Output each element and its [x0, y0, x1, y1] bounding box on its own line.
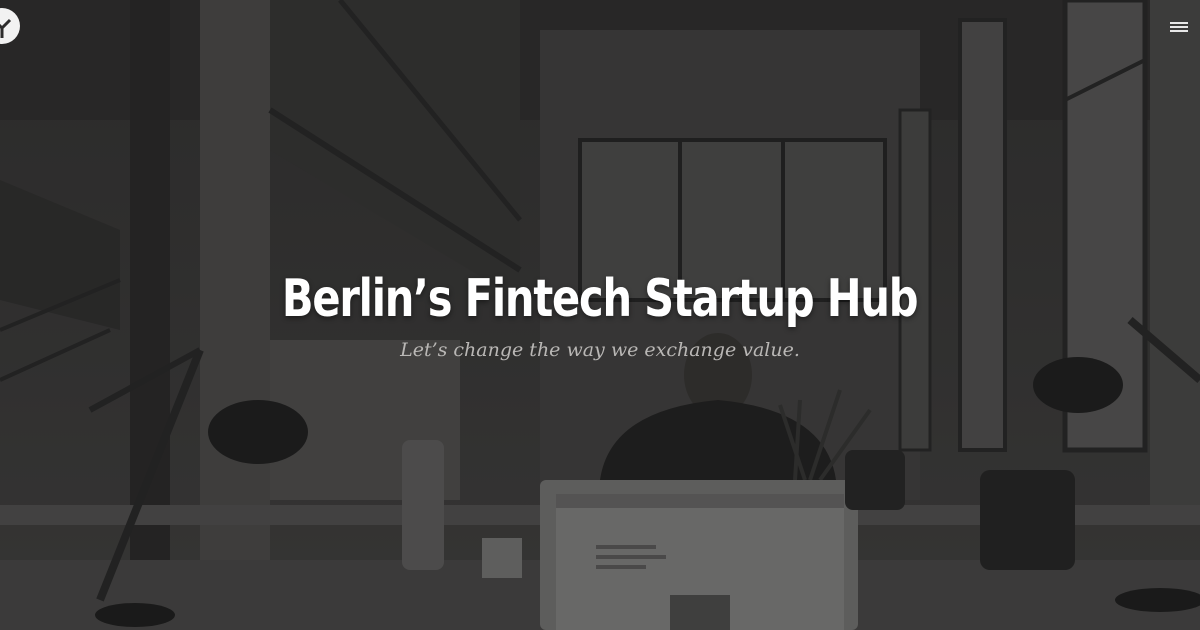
menu-line [1170, 22, 1188, 24]
hero-title: Berlin’s Fintech Startup Hub [281, 269, 919, 329]
logo-icon[interactable] [0, 6, 22, 46]
hamburger-menu-icon[interactable] [1170, 22, 1188, 34]
menu-line [1170, 26, 1188, 28]
hero-section: Berlin’s Fintech Startup Hub Let’s chang… [0, 0, 1200, 630]
menu-line [1170, 30, 1188, 32]
hero-tagline: Let’s change the way we exchange value. [400, 339, 800, 361]
